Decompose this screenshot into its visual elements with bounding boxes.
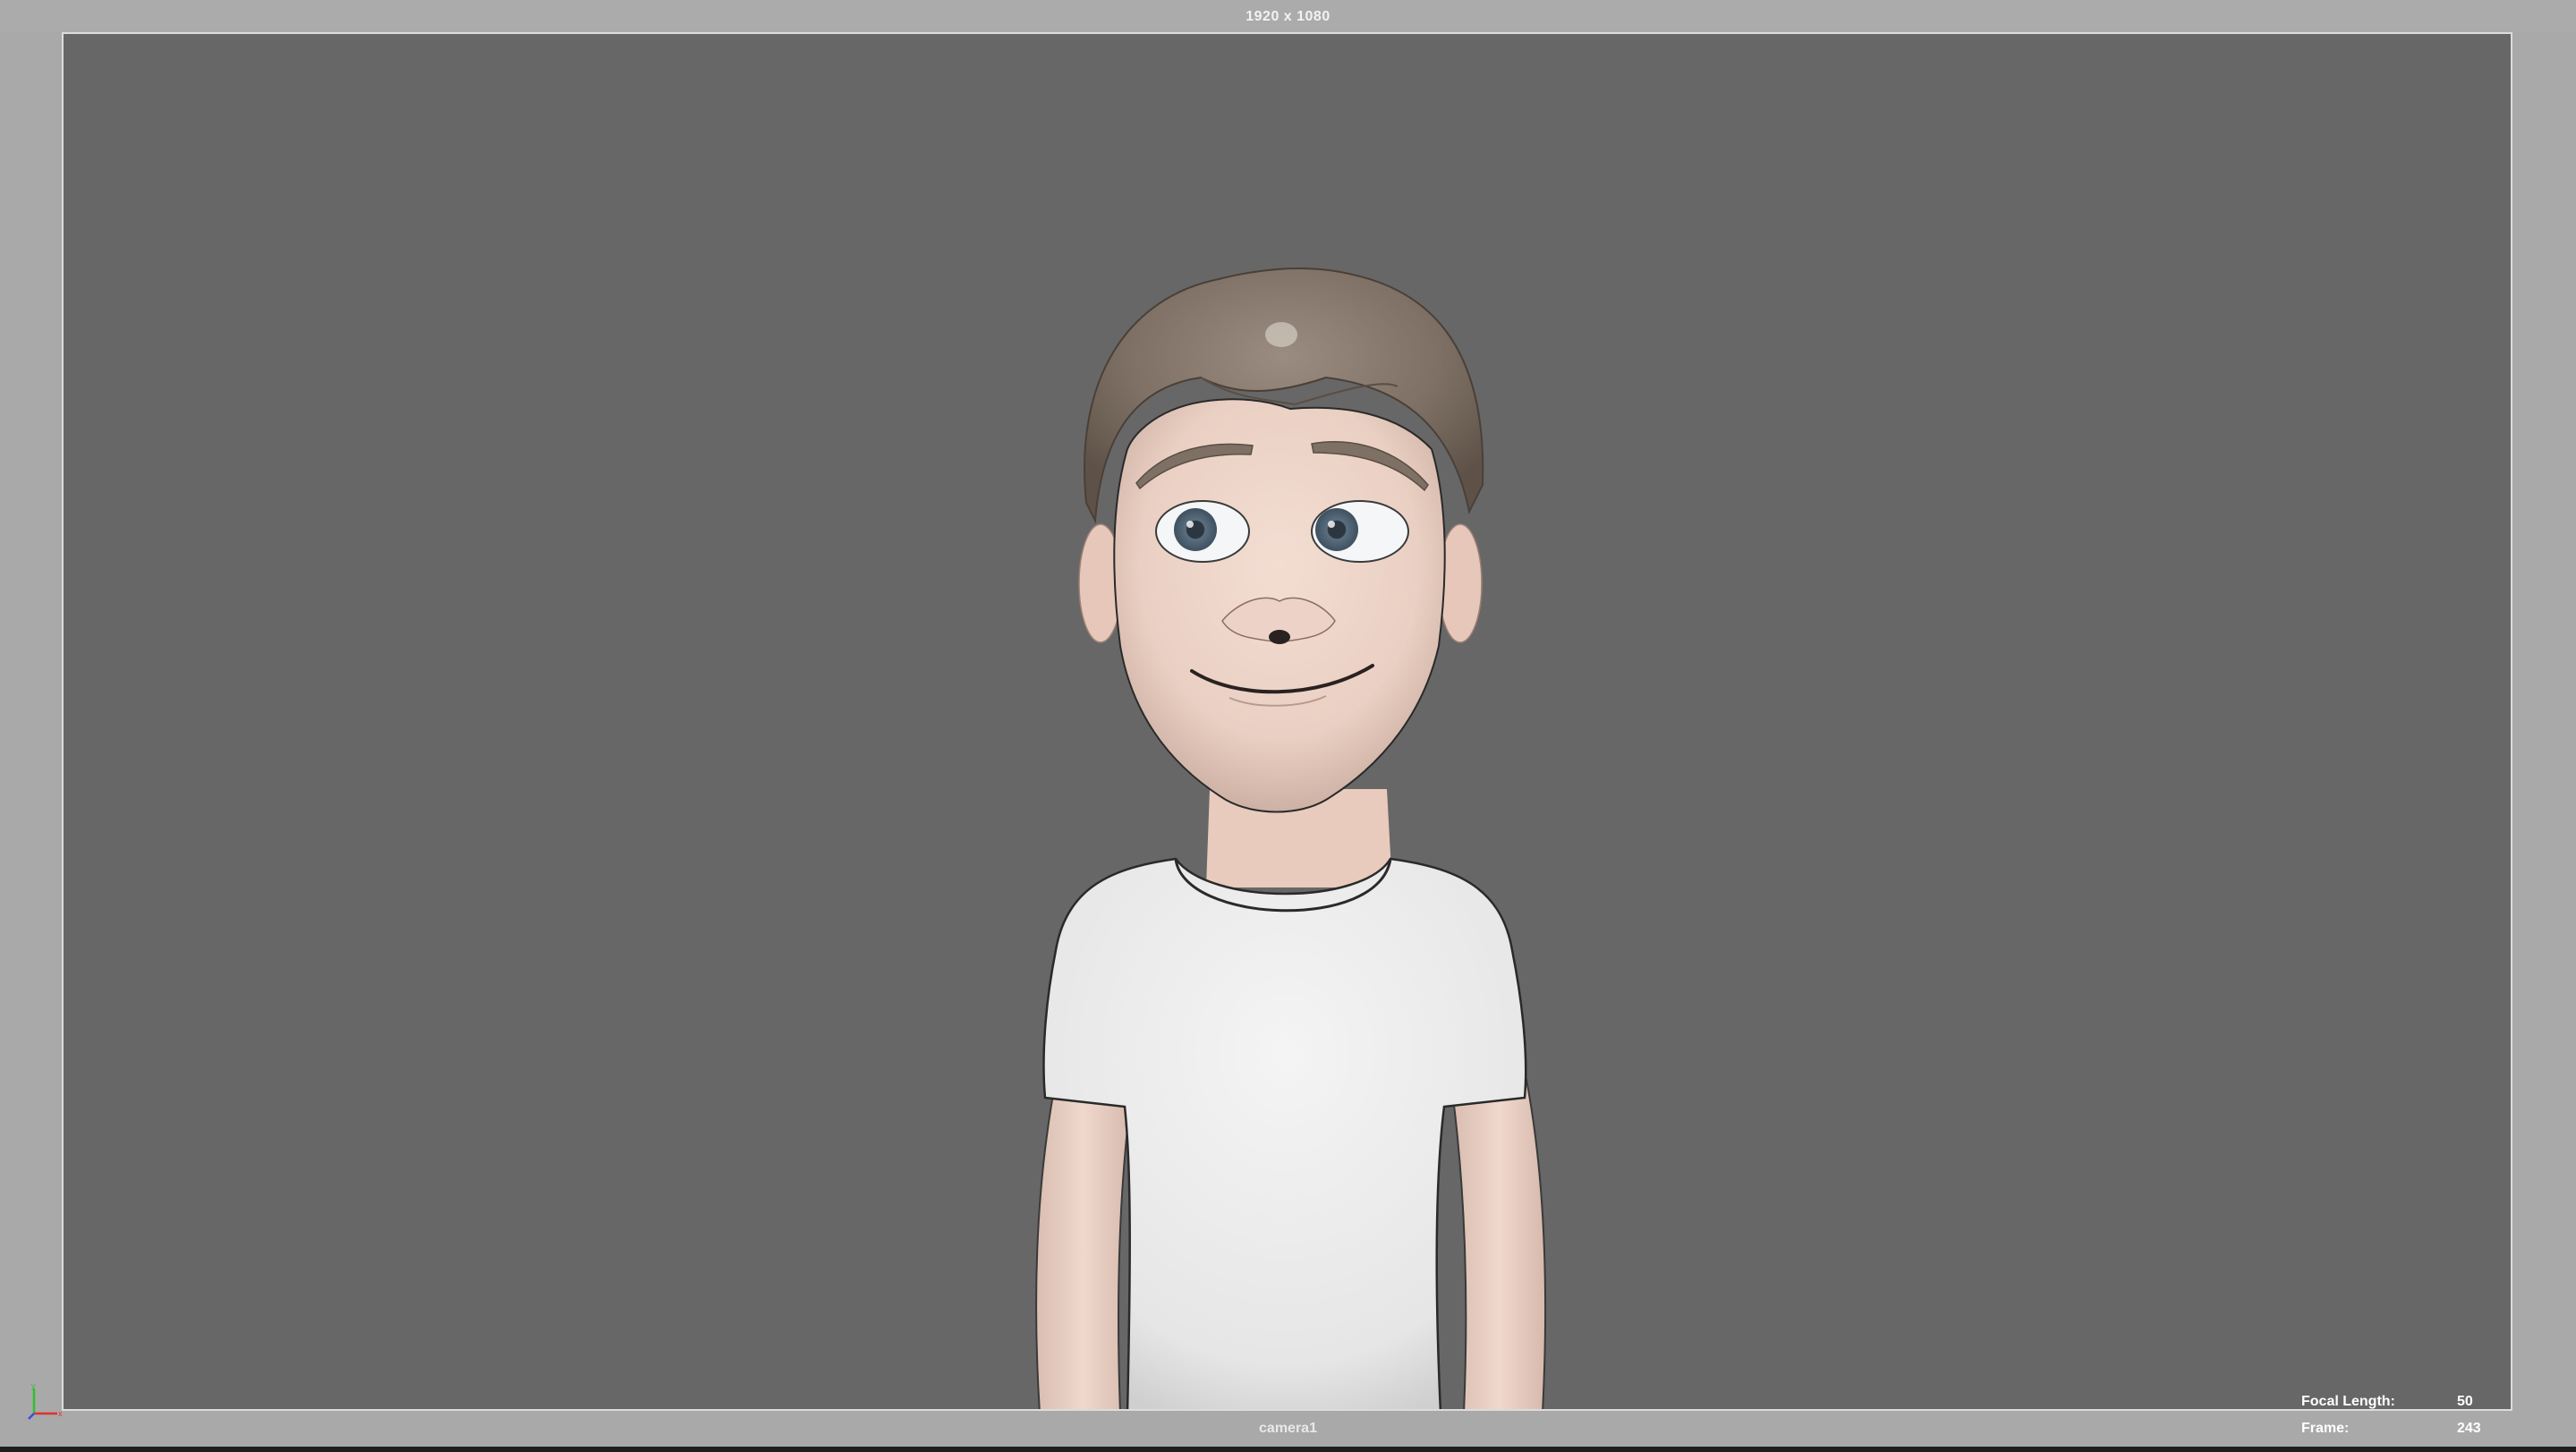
character-render[interactable] [64,34,2512,1411]
frame-value: 243 [2457,1421,2481,1436]
left-arm [1035,1078,1133,1409]
svg-text:y: y [31,1383,36,1390]
right-eye [1311,500,1409,563]
heads-up-display: Focal Length: 50 Frame: 243 [2301,1394,2516,1447]
focal-length-label: Focal Length: [2301,1394,2395,1409]
svg-text:x: x [58,1409,63,1418]
hud-focal-length: Focal Length: 50 [2301,1394,2516,1421]
focal-length-value: 50 [2457,1394,2473,1409]
right-arm [1451,1078,1547,1409]
left-eye [1155,500,1250,563]
frame-label: Frame: [2301,1421,2350,1436]
face [1113,377,1446,813]
viewport-panel[interactable]: 1920 x 1080 camera1 Focal Length: 50 Fra… [0,0,2576,1447]
bottom-bar [0,1447,2576,1452]
hud-frame: Frame: 243 [2301,1421,2516,1447]
axis-gizmo-icon: y x [28,1383,63,1420]
camera-name-label: camera1 [1259,1421,1317,1436]
resolution-gate[interactable] [62,32,2512,1411]
resolution-gate-label: 1920 x 1080 [1245,9,1331,24]
